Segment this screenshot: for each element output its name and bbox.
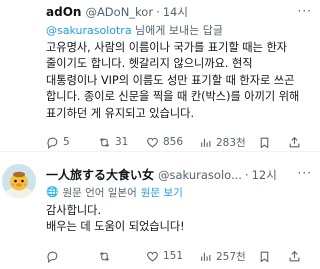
retweet-button[interactable] <box>98 250 115 263</box>
reply-to-handle[interactable]: @sakurasolotra <box>46 24 132 37</box>
retweet-icon <box>99 137 110 147</box>
tweet-header: adOn @ADoN_kor · 14시 <box>46 4 312 20</box>
reply-button[interactable] <box>46 250 63 263</box>
views-button[interactable]: 283천 <box>199 135 246 150</box>
bookmark-icon <box>260 137 269 148</box>
tweet-header: 一人旅する大食い女 @sakurasolo... · 12시 <box>46 166 312 182</box>
views-button[interactable]: 257천 <box>199 249 246 264</box>
more-options-icon[interactable]: ··· <box>298 166 312 180</box>
separator-dot: · <box>156 5 160 19</box>
display-name[interactable]: 一人旅する大食い女 <box>46 166 154 183</box>
reply-count: 5 <box>63 136 70 148</box>
globe-icon: 🌐 <box>46 186 59 198</box>
more-options-icon[interactable]: ··· <box>298 4 312 18</box>
original-language: 원문 언어 일본어 <box>62 186 137 199</box>
views-chart-icon <box>201 252 211 261</box>
tweet[interactable]: adOn @ADoN_kor · 14시 ··· @sakurasolotra … <box>0 0 320 152</box>
share-button[interactable] <box>288 250 305 263</box>
like-count: 856 <box>163 136 184 148</box>
reply-button[interactable]: 5 <box>46 136 70 149</box>
reply-to-suffix: 님에게 보내는 답글 <box>131 24 224 37</box>
action-bar: 151 257천 <box>46 248 312 264</box>
retweet-icon <box>99 251 110 261</box>
translation-note: 🌐 원문 언어 일본어 원문 보기 <box>46 184 312 200</box>
reply-context: @sakurasolotra 님에게 보내는 답글 <box>46 22 312 37</box>
share-icon <box>289 136 300 147</box>
duck-mascot-icon <box>2 164 36 198</box>
view-count: 283천 <box>216 136 246 149</box>
like-count: 151 <box>163 250 184 262</box>
tweet-text: 고유명사, 사람의 이름이나 국가를 표기할 때는 한자 줄이기도 합니다. 헷… <box>46 41 300 120</box>
reply-icon <box>47 251 58 263</box>
retweet-count: 31 <box>115 136 129 148</box>
heart-icon <box>147 251 158 261</box>
user-handle[interactable]: @sakurasolo... <box>158 168 242 182</box>
tweet[interactable]: 一人旅する大食い女 @sakurasolo... · 12시 ··· 🌐 원문 … <box>0 152 320 269</box>
view-count: 257천 <box>216 250 246 263</box>
bookmark-button[interactable] <box>258 250 275 263</box>
action-bar: 5 31 856 283천 <box>46 134 312 150</box>
avatar[interactable] <box>2 164 36 198</box>
like-button[interactable]: 856 <box>146 136 183 149</box>
heart-icon <box>147 137 158 147</box>
user-handle[interactable]: @ADoN_kor <box>85 5 153 19</box>
timestamp[interactable]: 14시 <box>163 4 188 20</box>
like-button[interactable]: 151 <box>146 250 183 263</box>
avatar[interactable] <box>0 0 36 40</box>
show-original-link[interactable]: 원문 보기 <box>141 185 183 200</box>
bookmark-icon <box>260 251 269 262</box>
views-chart-icon <box>201 138 211 147</box>
share-icon <box>289 250 300 261</box>
bookmark-button[interactable] <box>258 136 275 149</box>
display-name[interactable]: adOn <box>46 5 81 19</box>
reply-icon <box>47 137 58 149</box>
tweet-text: 감사합니다. 배우는 데 도움이 되었습니다! <box>46 204 185 234</box>
share-button[interactable] <box>288 136 305 149</box>
separator-dot: · <box>244 168 249 182</box>
timestamp[interactable]: 12시 <box>252 167 277 183</box>
retweet-button[interactable]: 31 <box>98 136 128 149</box>
